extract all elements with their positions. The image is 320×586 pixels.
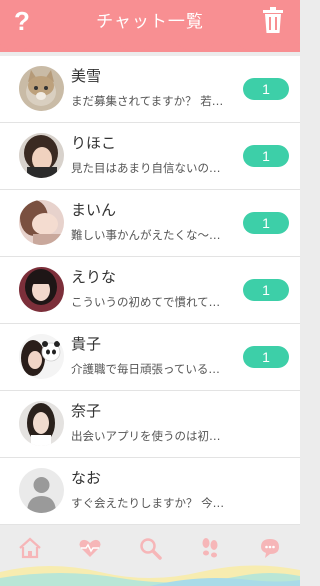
chat-preview: こういうの初めてで慣れて… xyxy=(71,295,221,309)
chat-row[interactable]: 美雪 まだ募集されてますか？ 若… 1 xyxy=(0,56,300,123)
unread-badge: 1 xyxy=(243,212,289,234)
chat-row[interactable]: 奈子 出会いアプリを使うのは初… xyxy=(0,391,300,458)
chat-name: えりな xyxy=(71,268,117,286)
avatar xyxy=(19,401,64,446)
chat-list: 美雪 まだ募集されてますか？ 若… 1 りほこ 見た目はあまり自信ないの… 1 … xyxy=(0,56,300,525)
avatar xyxy=(19,468,64,513)
chat-preview: 出会いアプリを使うのは初… xyxy=(71,429,221,443)
chat-preview: すぐ会えたりしますか？ 今… xyxy=(71,496,225,510)
avatar xyxy=(19,334,64,379)
chat-name: なお xyxy=(71,469,102,487)
help-button[interactable]: ? xyxy=(10,6,34,36)
chat-name: 美雪 xyxy=(71,67,102,85)
heart-pulse-icon[interactable] xyxy=(78,536,102,560)
chat-preview: 難しい事かんがえたくな〜… xyxy=(71,228,221,242)
chat-row[interactable]: まいん 難しい事かんがえたくな〜… 1 xyxy=(0,190,300,257)
home-icon[interactable] xyxy=(18,536,42,560)
avatar xyxy=(19,200,64,245)
avatar xyxy=(19,267,64,312)
chat-preview: 見た目はあまり自信ないの… xyxy=(71,161,221,175)
unread-badge: 1 xyxy=(243,279,289,301)
app-header: ? チャット一覧 xyxy=(0,0,300,52)
unread-badge: 1 xyxy=(243,78,289,100)
chat-row[interactable]: りほこ 見た目はあまり自信ないの… 1 xyxy=(0,123,300,190)
unread-badge: 1 xyxy=(243,346,289,368)
header-wave-decoration xyxy=(0,36,300,52)
chat-name: まいん xyxy=(71,201,117,219)
avatar xyxy=(19,66,64,111)
page-title: チャット一覧 xyxy=(96,12,204,32)
chat-name: りほこ xyxy=(71,134,117,152)
chat-row[interactable]: なお すぐ会えたりしますか？ 今… xyxy=(0,458,300,525)
chat-name: 貴子 xyxy=(71,335,102,353)
chat-bubble-icon[interactable] xyxy=(258,536,282,560)
chat-name: 奈子 xyxy=(71,402,102,420)
bottom-nav xyxy=(0,530,300,586)
chat-preview: まだ募集されてますか？ 若… xyxy=(71,94,224,108)
search-icon[interactable] xyxy=(138,536,162,560)
chat-row[interactable]: えりな こういうの初めてで慣れて… 1 xyxy=(0,257,300,324)
unread-badge: 1 xyxy=(243,145,289,167)
trash-icon[interactable] xyxy=(261,6,285,34)
avatar xyxy=(19,133,64,178)
chat-row[interactable]: 貴子 介護職で毎日頑張っている… 1 xyxy=(0,324,300,391)
chat-preview: 介護職で毎日頑張っている… xyxy=(71,362,220,376)
footprints-icon[interactable] xyxy=(198,536,222,560)
